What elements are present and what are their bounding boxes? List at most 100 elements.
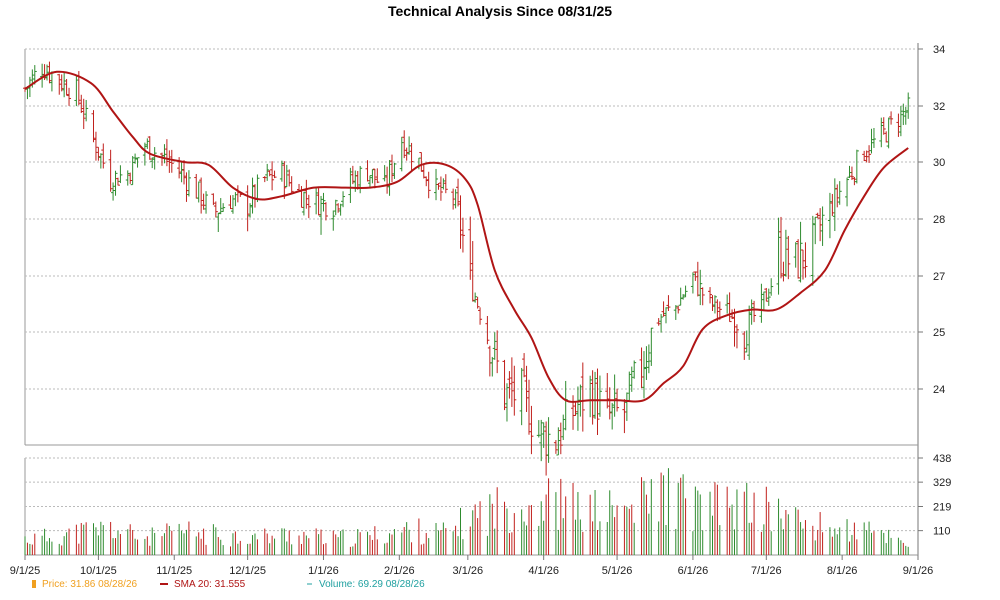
ohlc-bar [649, 327, 654, 366]
legend-text: Price: 31.86 08/28/26 [42, 579, 138, 590]
ohlc-bar [487, 345, 492, 377]
ohlc-bar [644, 346, 649, 380]
ohlc-bar [798, 221, 803, 283]
ohlc-bar [778, 216, 783, 279]
ohlc-bar [742, 331, 747, 360]
ohlc-bar [458, 195, 463, 249]
ohlc-bar [365, 160, 370, 182]
legend-text: SMA 20: 31.555 [174, 579, 246, 590]
ohlc-bar [350, 165, 355, 185]
ohlc-bar [820, 206, 825, 246]
ohlc-bar [622, 399, 627, 434]
ohlc-bar [108, 149, 113, 192]
ohlc-bar [896, 113, 901, 137]
ohlc-bar [59, 74, 64, 92]
ohlc-bar [673, 305, 678, 320]
legend-entry: SMA 20: 31.555 [160, 579, 246, 590]
ohlc-bar [796, 239, 801, 279]
ohlc-bar [221, 203, 226, 212]
ohlc-bar [389, 154, 394, 183]
ohlc-bar [289, 176, 294, 194]
ohlc-bar [118, 165, 123, 184]
ohlc-bar [541, 422, 546, 448]
ohlc-bar [903, 106, 908, 125]
ohlc-bar [372, 168, 377, 189]
ohlc-bar [62, 72, 67, 98]
x-tick-label: 6/1/26 [678, 565, 709, 577]
ohlc-bar [889, 111, 894, 125]
ohlc-bar [769, 278, 774, 296]
ohlc-bar [546, 417, 551, 463]
x-tick-label: 2/1/26 [384, 565, 415, 577]
legend-text: Volume: 69.29 08/28/26 [319, 579, 425, 590]
ohlc-bar [580, 362, 585, 432]
ohlc-bar [265, 163, 270, 181]
ohlc-bar [845, 177, 850, 207]
price-grid [24, 43, 919, 555]
ohlc-bar [279, 160, 284, 182]
ohlc-bar [182, 160, 187, 185]
ohlc-bar [184, 172, 189, 202]
ohlc-bar [752, 300, 757, 323]
ohlc-bar [593, 371, 598, 419]
ohlc-bar [331, 210, 336, 231]
ohlc-bar [79, 94, 84, 114]
ohlc-bar [766, 288, 771, 306]
ohlc-bar [282, 161, 287, 199]
volume-axis: 110 219 329 438 [918, 453, 951, 538]
ohlc-bar [441, 178, 446, 190]
ohlc-bar [561, 414, 566, 441]
x-tick-label: 3/1/26 [453, 565, 484, 577]
ohlc-bar [333, 199, 338, 216]
ohlc-bar [162, 144, 167, 164]
legend-swatch [32, 580, 36, 588]
ohlc-bar [91, 110, 96, 143]
ohlc-bar [813, 216, 818, 245]
ohlc-bar [734, 324, 739, 349]
ohlc-bar [485, 315, 490, 345]
ohlc-bar [852, 176, 857, 186]
ohlc-bar [732, 308, 737, 347]
ohlc-bar [727, 292, 732, 323]
ohlc-bar [536, 420, 541, 438]
ohlc-bar [96, 146, 101, 161]
ohlc-bar [632, 360, 637, 379]
ohlc-bar [233, 192, 238, 207]
ohlc-bar [544, 421, 549, 476]
ohlc-bar [287, 169, 292, 187]
ohlc-bar [747, 305, 752, 360]
legend-entry: Price: 31.86 08/28/26 [32, 579, 138, 590]
x-tick-label: 1/1/26 [308, 565, 339, 577]
ohlc-bar [451, 188, 456, 210]
ohlc-bar [370, 169, 375, 184]
x-tick-label: 4/1/26 [528, 565, 559, 577]
ohlc-bar [849, 166, 854, 180]
ohlc-bar [700, 287, 705, 306]
ohlc-bar [250, 177, 255, 214]
ohlc-bar [101, 143, 106, 169]
ohlc-bar [319, 195, 324, 235]
ohlc-bar [267, 170, 272, 177]
ohlc-bar [424, 176, 429, 187]
price-tick-label: 24 [933, 384, 945, 396]
ohlc-bar [886, 117, 891, 149]
ohlc-bar [871, 127, 876, 148]
ohlc-bar [490, 356, 495, 377]
ohlc-bar [98, 153, 103, 169]
ohlc-bar [759, 283, 764, 323]
ohlc-bar [661, 301, 666, 317]
ohlc-bar [201, 193, 206, 210]
ohlc-bar [612, 374, 617, 417]
price-tick-label: 25 [933, 327, 945, 339]
x-axis: 9/1/25 10/1/25 11/1/25 12/1/25 1/1/26 2/1/26 3… [10, 555, 933, 577]
ohlc-bar [473, 292, 478, 303]
ohlc-bar [135, 157, 140, 168]
ohlc-bar [539, 419, 544, 462]
ohlc-bar [502, 359, 507, 411]
ohlc-bar [884, 131, 889, 143]
ohlc-bar [284, 164, 289, 188]
ohlc-bar [443, 174, 448, 194]
ohlc-bar [588, 375, 593, 418]
ohlc-bar [460, 217, 465, 253]
ohlc-bar [683, 285, 688, 298]
